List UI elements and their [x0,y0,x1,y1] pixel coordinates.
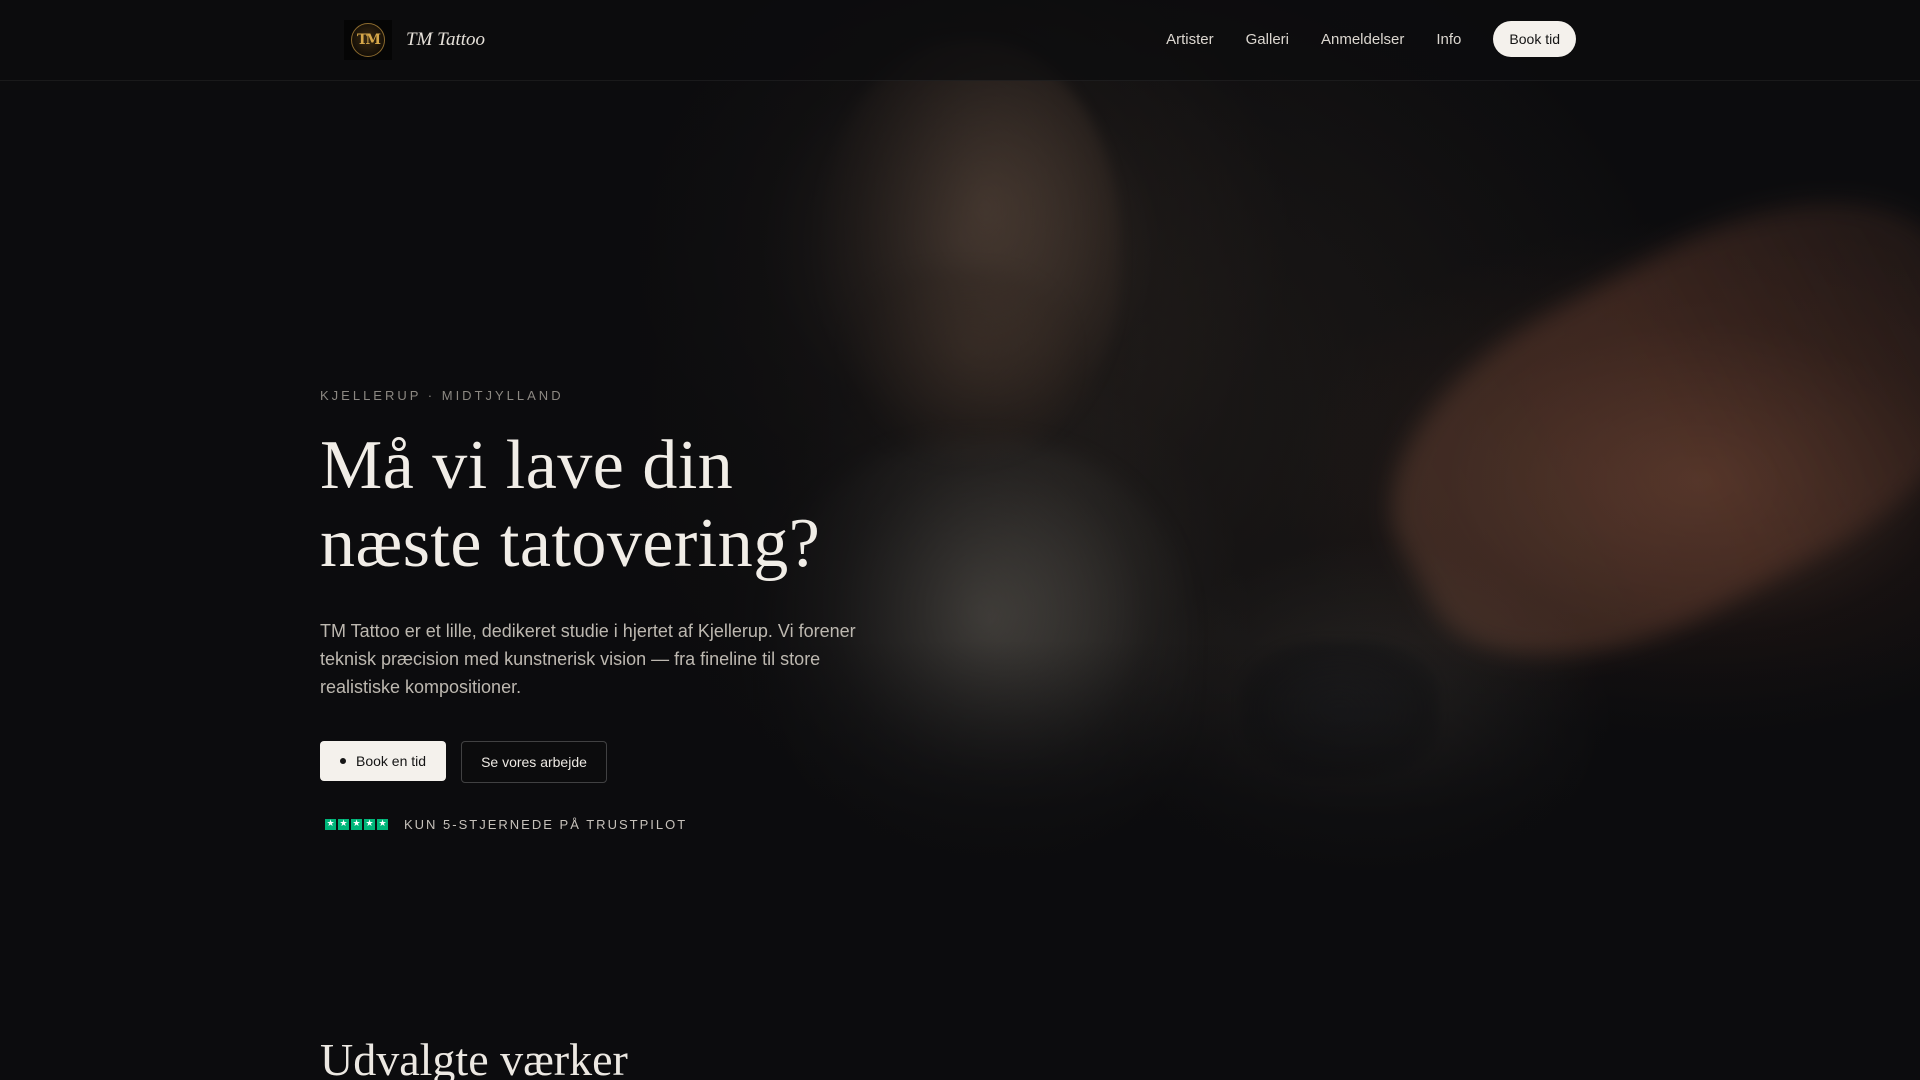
top-navbar: TM TM Tattoo Artister Galleri Anmeldelse… [0,0,1920,81]
hero-section: KJELLERUP · MIDTJYLLAND Må vi lave din n… [320,380,940,832]
tm-monogram-logo-icon: TM [351,23,385,57]
logo: TM [344,20,392,60]
brand-home-link[interactable]: TM TM Tattoo [344,20,485,60]
hero-headline: Må vi lave din næste tatovering? [320,427,940,583]
dot-icon [340,758,346,764]
hero-background-photo [0,0,1920,1080]
nav-link-galleri[interactable]: Galleri [1246,31,1289,48]
star-icon: ★ [338,819,349,830]
hero-headline-line-1: Må vi lave din [320,427,734,504]
star-icon: ★ [377,819,388,830]
hero-location-kicker: KJELLERUP · MIDTJYLLAND [320,388,564,403]
hero-description: TM Tattoo er et lille, dedikeret studie … [320,621,856,697]
page: TM TM Tattoo Artister Galleri Anmeldelse… [0,0,1920,1080]
main-nav: Artister Galleri Anmeldelser Info Book t… [1166,20,1576,58]
nav-book-button[interactable]: Book tid [1493,21,1576,57]
nav-link-anmeldelser[interactable]: Anmeldelser [1321,31,1404,48]
star-icon: ★ [325,819,336,830]
trustpilot-stars: ★ ★ ★ ★ ★ [325,819,388,830]
see-our-work-button[interactable]: Se vores arbejde [461,741,607,783]
hero-headline-line-2: næste tatovering? [320,505,821,582]
see-our-work-label: Se vores arbejde [481,754,587,770]
book-appointment-label: Book en tid [356,753,427,769]
star-icon: ★ [351,819,362,830]
featured-works-title: Udvalgte værker [320,1034,628,1080]
star-icon: ★ [364,819,375,830]
brand-name: TM Tattoo [406,29,486,50]
book-appointment-button[interactable]: Book en tid [320,741,447,781]
hero-cta-row: Book en tid Se vores arbejde [320,741,940,783]
trustpilot-rating: ★ ★ ★ ★ ★ KUN 5-STJERNEDE PÅ TRUSTPILOT [320,817,940,832]
trustpilot-text: KUN 5-STJERNEDE PÅ TRUSTPILOT [404,817,688,832]
nav-link-artister[interactable]: Artister [1166,31,1214,48]
nav-link-info[interactable]: Info [1436,31,1461,48]
